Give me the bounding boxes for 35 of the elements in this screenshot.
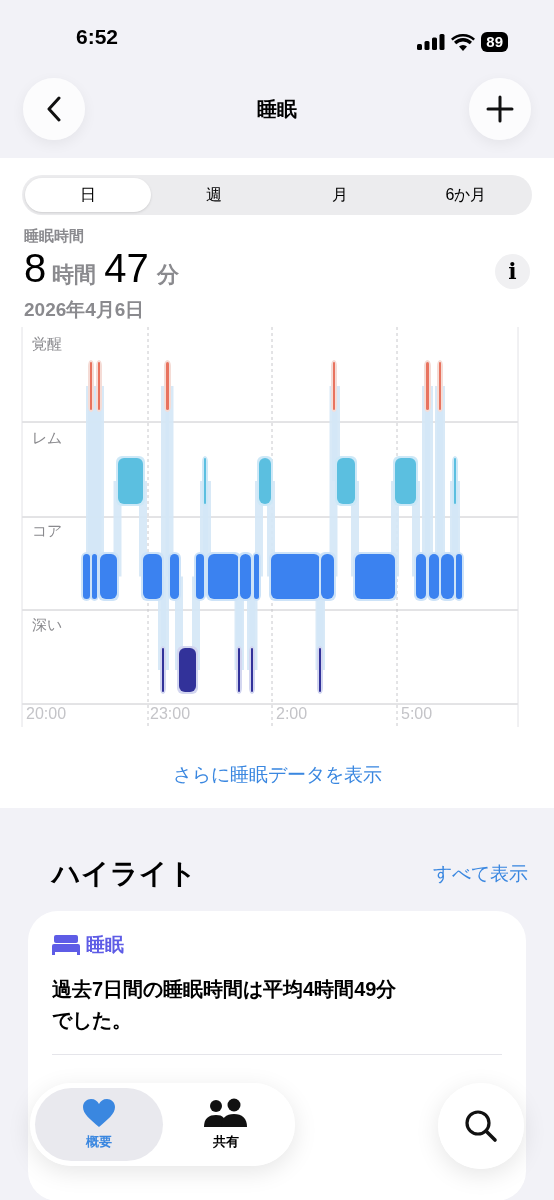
minutes-value: 47: [104, 246, 149, 290]
screen-title: 睡眠: [257, 97, 297, 122]
show-more-link[interactable]: さらに睡眠データを表示: [172, 761, 382, 790]
date-label: 2026年4月6日: [24, 298, 146, 322]
time-axis-label: 23:00: [150, 704, 191, 724]
signal-icon: [417, 34, 446, 50]
status-time: 6:52: [76, 23, 119, 50]
period-tab[interactable]: 6か月: [403, 178, 529, 212]
battery-level: 89: [481, 32, 508, 52]
period-tab[interactable]: 月: [277, 178, 403, 212]
minutes-unit: 分: [156, 261, 179, 289]
back-icon: [46, 96, 62, 122]
time-axis-label: 2:00: [276, 704, 308, 724]
heart-icon: [81, 1097, 116, 1128]
stage-label: コア: [32, 521, 62, 541]
highlight-category: 睡眠: [86, 933, 124, 957]
section-heading: ハイライト: [52, 857, 197, 891]
hours-value: 8: [24, 246, 47, 290]
stage-label: レム: [32, 428, 62, 448]
info-button[interactable]: i: [495, 254, 530, 289]
bed-icon: [52, 935, 80, 956]
hours-unit: 時間: [52, 261, 97, 289]
tab-bar-item[interactable]: 共有: [162, 1088, 290, 1161]
people-icon: [204, 1097, 249, 1128]
time-axis-label: 5:00: [401, 704, 433, 724]
wifi-icon: [451, 33, 476, 51]
time-axis-label: 20:00: [26, 704, 67, 724]
highlight-text: 過去7日間の睡眠時間は平均4時間49分でした。: [52, 976, 398, 1033]
period-tab[interactable]: 日: [25, 178, 151, 212]
stage-label: 深い: [32, 615, 62, 635]
metric-label: 睡眠時間: [24, 226, 85, 246]
plus-icon: [486, 95, 514, 123]
period-tab[interactable]: 週: [151, 178, 277, 212]
search-icon: [464, 1109, 498, 1143]
stage-label: 覚醒: [32, 334, 62, 354]
